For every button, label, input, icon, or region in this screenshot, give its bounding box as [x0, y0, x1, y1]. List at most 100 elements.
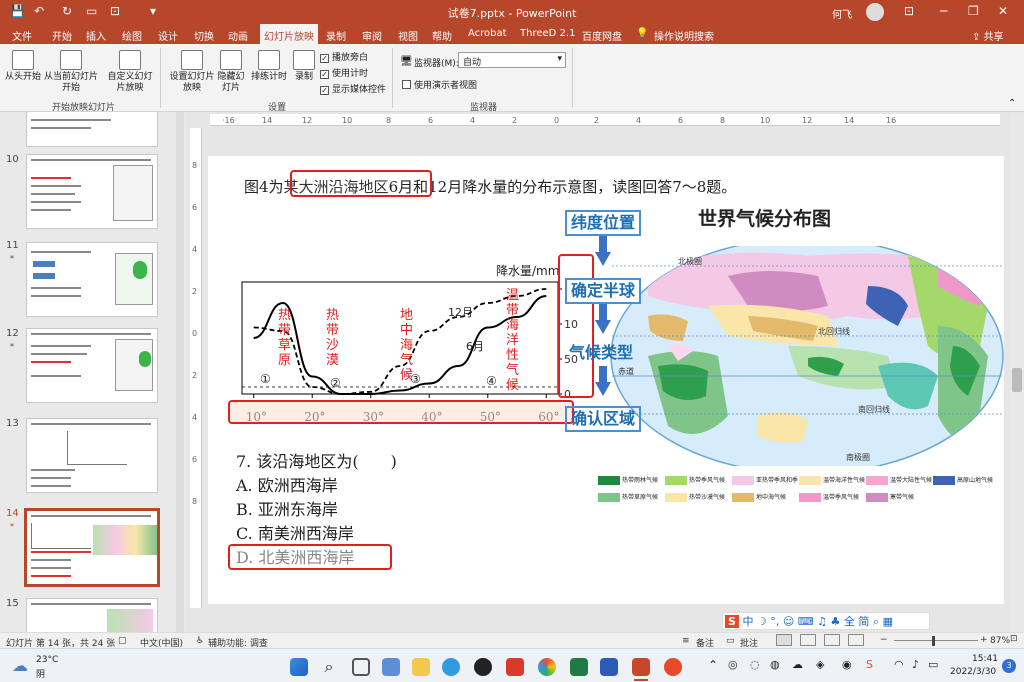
avatar[interactable]	[866, 3, 884, 21]
slide-thumbnail[interactable]	[26, 598, 158, 632]
ribbon-display-icon[interactable]: ⊡	[904, 4, 914, 18]
emoji-icon[interactable]: ☺	[783, 615, 794, 628]
ime-toolbar[interactable]: S 中 ☽ °, ☺ ⌨ ♫ ♣ 全 简 ⌕ ▦	[722, 612, 930, 630]
chk-timings[interactable]: ✓ 使用计时	[320, 66, 368, 79]
notification-badge[interactable]: 3	[1002, 659, 1016, 673]
record-button[interactable]: 录制	[290, 50, 318, 83]
slide-thumbnail[interactable]	[26, 112, 158, 147]
weather-icon[interactable]: ☁	[12, 656, 28, 675]
word-icon[interactable]	[600, 658, 618, 676]
zoom-slider-thumb[interactable]	[932, 636, 935, 646]
qq-icon[interactable]	[474, 658, 492, 676]
tab-draw[interactable]: 绘图	[122, 28, 142, 43]
collapse-ribbon-icon[interactable]: ⌃	[1008, 98, 1016, 109]
close-icon[interactable]: ✕	[998, 4, 1008, 18]
custom-show-button[interactable]: 自定义幻灯片放映	[104, 50, 156, 94]
tab-help[interactable]: 帮助	[432, 28, 452, 43]
tab-transitions[interactable]: 切换	[194, 28, 214, 43]
simplified-icon[interactable]: 简	[858, 615, 869, 628]
tray-app-icon[interactable]: ◍	[770, 658, 780, 671]
hide-slide-button[interactable]: 隐藏幻灯片	[216, 50, 246, 94]
app-icon[interactable]	[664, 658, 682, 676]
zoom-level[interactable]: 87%	[990, 636, 1010, 646]
tab-insert[interactable]: 插入	[86, 28, 106, 43]
excel-icon[interactable]	[570, 658, 588, 676]
tab-home[interactable]: 开始	[52, 28, 72, 43]
punct-icon[interactable]: °,	[770, 615, 779, 628]
slideshow-view-icon[interactable]	[848, 634, 864, 646]
slide-sorter-icon[interactable]	[800, 634, 816, 646]
task-view-icon[interactable]	[352, 658, 370, 676]
zoom-slider[interactable]	[894, 640, 978, 641]
tab-acrobat[interactable]: Acrobat	[468, 28, 507, 39]
edge-icon[interactable]	[442, 658, 460, 676]
skin-icon[interactable]: ♣	[831, 615, 841, 628]
chk-media[interactable]: ✓ 显示媒体控件	[320, 82, 386, 95]
slide-thumbnail[interactable]	[26, 328, 158, 403]
tab-threed[interactable]: ThreeD 2.1	[520, 28, 575, 39]
chk-narration[interactable]: ✓ 播放旁白	[320, 50, 368, 63]
office-icon[interactable]	[506, 658, 524, 676]
zoom-out-icon[interactable]: −	[880, 635, 888, 645]
tab-record[interactable]: 录制	[326, 28, 346, 43]
minimize-icon[interactable]: ─	[940, 4, 947, 18]
from-start-button[interactable]: 从头开始	[4, 50, 42, 83]
weather-temp[interactable]: 23°C	[36, 655, 58, 665]
powerpoint-icon[interactable]	[632, 658, 650, 676]
tell-me-search[interactable]: 操作说明搜索	[654, 28, 714, 43]
tray-app-icon[interactable]: ◎	[728, 658, 738, 671]
chrome-icon[interactable]	[538, 658, 556, 676]
from-current-button[interactable]: 从当前幻灯片开始	[44, 50, 98, 94]
ime-mode-icon[interactable]: 中	[742, 615, 753, 628]
moon-icon[interactable]: ☽	[757, 615, 767, 628]
spellcheck-icon[interactable]: ▢	[118, 636, 127, 646]
vertical-scrollbar[interactable]	[1010, 114, 1024, 632]
grid-icon[interactable]: ▦	[883, 615, 893, 628]
slide-canvas[interactable]: 图4为某大洲沿海地区6月和12月降水量的分布示意图，读图回答7～8题。 北极圈 …	[208, 156, 1004, 604]
zoom-in-icon[interactable]: +	[980, 635, 988, 645]
full-icon[interactable]: 全	[844, 615, 855, 628]
tab-baidu[interactable]: 百度网盘	[582, 28, 622, 43]
slide-thumbnail-selected[interactable]	[24, 508, 160, 587]
search-icon[interactable]: ⌕	[873, 615, 879, 628]
tray-chevron-icon[interactable]: ⌃	[708, 658, 718, 672]
tab-animations[interactable]: 动画	[228, 28, 248, 43]
share-button[interactable]: ⇪ 共享	[972, 28, 1004, 43]
tab-slideshow[interactable]: 幻灯片放映	[260, 24, 318, 44]
scroll-thumb[interactable]	[1012, 368, 1022, 392]
setup-show-button[interactable]: 设置幻灯片放映	[168, 50, 216, 94]
battery-icon[interactable]: ▭	[928, 658, 938, 671]
fit-slide-icon[interactable]: ⊡	[1010, 634, 1018, 644]
thumb-scrollbar[interactable]	[176, 112, 184, 632]
search-icon[interactable]: ⌕	[320, 658, 338, 676]
cloud-tray-icon[interactable]: ☁	[792, 658, 803, 671]
tray-app-icon[interactable]: ◌	[750, 658, 760, 671]
windows-start-icon[interactable]	[290, 658, 308, 676]
slide-thumbnail[interactable]	[26, 418, 158, 493]
hide-slide-label: 隐藏幻灯片	[217, 72, 245, 93]
rehearse-button[interactable]: 排练计时	[250, 50, 288, 83]
monitor-select[interactable]: 自动 ▾	[458, 52, 566, 68]
tab-file[interactable]: 文件	[12, 28, 32, 43]
volume-icon[interactable]: ♪	[912, 658, 919, 671]
chk-presenter[interactable]: 使用演示者视图	[402, 78, 477, 91]
tray-app-icon[interactable]: ◈	[816, 658, 824, 671]
tab-review[interactable]: 审阅	[362, 28, 382, 43]
tray-app-icon[interactable]: ◉	[842, 658, 852, 671]
clock-date[interactable]: 2022/3/30	[950, 667, 996, 677]
tab-design[interactable]: 设计	[158, 28, 178, 43]
user-name[interactable]: 何飞	[832, 6, 852, 21]
clock-time[interactable]: 15:41	[972, 654, 998, 664]
wifi-icon[interactable]: ◠	[894, 658, 904, 671]
reading-view-icon[interactable]	[824, 634, 840, 646]
normal-view-icon[interactable]	[776, 634, 792, 646]
slide-thumbnail[interactable]	[26, 154, 158, 229]
restore-icon[interactable]: ❐	[968, 4, 979, 18]
keyboard-icon[interactable]: ⌨	[798, 615, 814, 628]
file-explorer-icon[interactable]	[412, 658, 430, 676]
mail-icon[interactable]	[382, 658, 400, 676]
slide-thumbnail[interactable]	[26, 242, 158, 317]
sogou-tray-icon[interactable]: S	[866, 658, 873, 671]
voice-icon[interactable]: ♫	[817, 615, 827, 628]
tab-view[interactable]: 视图	[398, 28, 418, 43]
